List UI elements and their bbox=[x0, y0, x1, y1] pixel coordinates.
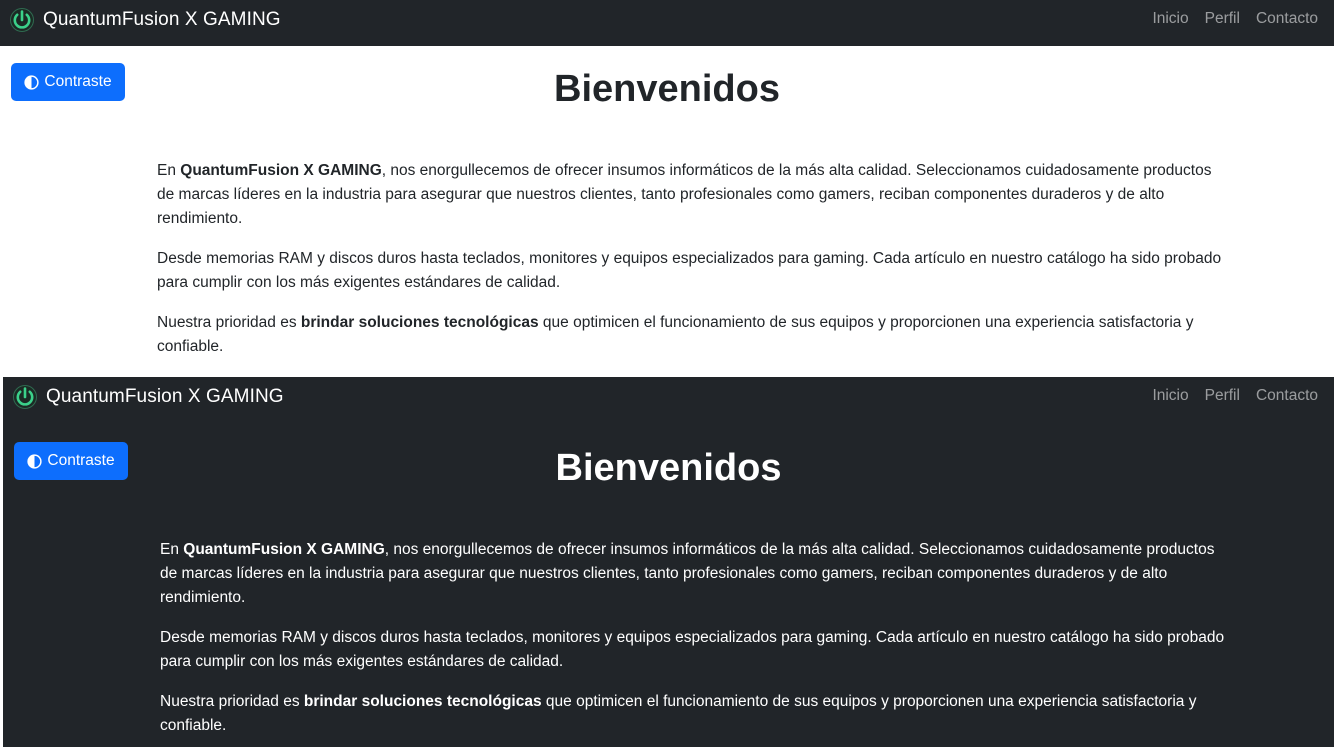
paragraph-text: Nuestra prioridad es bbox=[157, 314, 301, 331]
brand-link[interactable]: QuantumFusion X GAMING bbox=[9, 7, 281, 33]
brand-name: QuantumFusion X GAMING bbox=[43, 9, 281, 30]
priority-paragraph: Nuestra prioridad es brindar soluciones … bbox=[160, 690, 1230, 738]
main-content: En QuantumFusion X GAMING, nos enorgulle… bbox=[160, 538, 1230, 747]
priority-paragraph: Nuestra prioridad es brindar soluciones … bbox=[157, 311, 1227, 359]
brand-link[interactable]: QuantumFusion X GAMING bbox=[12, 384, 284, 410]
products-paragraph: Desde memorias RAM y discos duros hasta … bbox=[160, 629, 1225, 670]
paragraph-bold-text: brindar soluciones tecnológicas bbox=[303, 693, 542, 710]
navbar: QuantumFusion X GAMING Inicio Perfil Con… bbox=[3, 377, 1334, 419]
intro-paragraph: En QuantumFusion X GAMING, nos enorgulle… bbox=[160, 538, 1230, 610]
nav-link-contacto[interactable]: Contacto bbox=[1240, 387, 1318, 405]
nav-menu: Inicio Perfil Contacto bbox=[1136, 387, 1318, 405]
products-paragraph: Desde memorias RAM y discos duros hasta … bbox=[157, 250, 1222, 291]
paragraph-bold-text: QuantumFusion X GAMING bbox=[183, 541, 385, 558]
paragraph-bold-text: QuantumFusion X GAMING bbox=[180, 162, 382, 179]
main-content: En QuantumFusion X GAMING, nos enorgulle… bbox=[157, 159, 1227, 375]
page-title: Bienvenidos bbox=[555, 447, 782, 489]
nav-link-perfil[interactable]: Perfil bbox=[1189, 387, 1240, 405]
paragraph-text: En bbox=[160, 541, 184, 558]
nav-menu: Inicio Perfil Contacto bbox=[1136, 10, 1318, 28]
dark-mode-view: QuantumFusion X GAMING Inicio Perfil Con… bbox=[3, 377, 1334, 747]
nav-link-contacto[interactable]: Contacto bbox=[1240, 10, 1318, 28]
power-icon bbox=[9, 7, 35, 33]
paragraph-text: En bbox=[157, 162, 181, 179]
intro-paragraph: En QuantumFusion X GAMING, nos enorgulle… bbox=[157, 159, 1227, 231]
nav-link-inicio[interactable]: Inicio bbox=[1136, 10, 1188, 28]
navbar: QuantumFusion X GAMING Inicio Perfil Con… bbox=[0, 0, 1334, 46]
page-title: Bienvenidos bbox=[554, 68, 780, 110]
brand-name: QuantumFusion X GAMING bbox=[46, 386, 284, 407]
power-icon bbox=[12, 384, 38, 410]
light-mode-view: QuantumFusion X GAMING Inicio Perfil Con… bbox=[0, 0, 1334, 377]
paragraph-text: Nuestra prioridad es bbox=[160, 693, 304, 710]
nav-link-inicio[interactable]: Inicio bbox=[1136, 387, 1188, 405]
paragraph-bold-text: brindar soluciones tecnológicas bbox=[300, 314, 539, 331]
nav-link-perfil[interactable]: Perfil bbox=[1189, 10, 1240, 28]
